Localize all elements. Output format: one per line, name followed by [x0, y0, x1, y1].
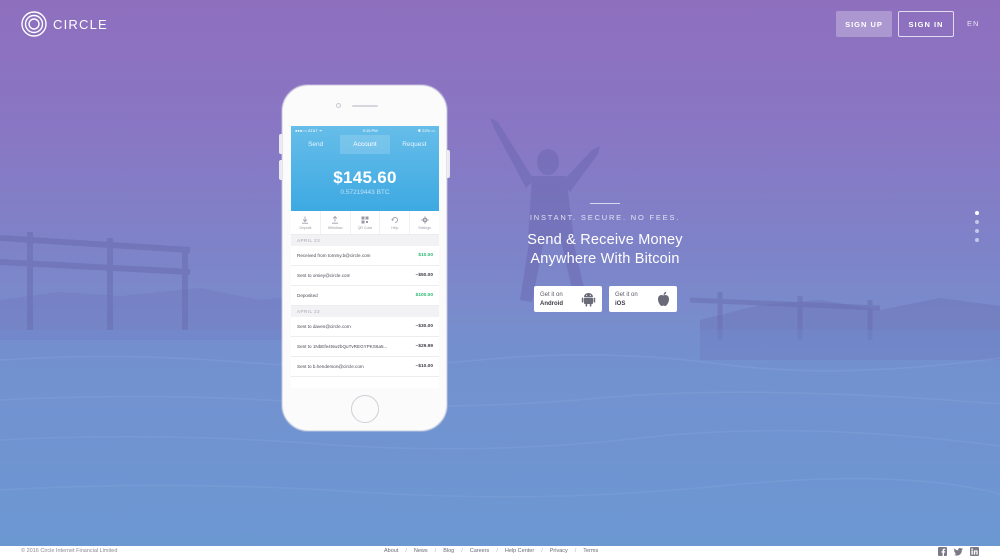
hero-tagline: INSTANT. SECURE. NO FEES.	[529, 213, 681, 222]
slide-dot[interactable]	[975, 238, 979, 242]
footer-link-careers[interactable]: Careers	[470, 548, 490, 554]
ios-store-button[interactable]: Get it on iOS	[609, 286, 677, 312]
account-balance: $145.60	[333, 168, 397, 187]
phone-status-bar: ●●●○○ AT&T ᯤ 9:15 PM ✱ 22% ▭	[291, 126, 439, 135]
store-platform: iOS	[615, 301, 626, 307]
settings-icon	[420, 215, 429, 224]
footer-link-privacy[interactable]: Privacy	[550, 548, 568, 554]
btc-balance: 0.57219443 BTC	[340, 189, 390, 196]
tab-account[interactable]: Account	[340, 135, 390, 154]
slide-dot[interactable]	[975, 211, 979, 215]
tab-request[interactable]: Request	[390, 135, 439, 154]
status-time: 9:15 PM	[362, 128, 378, 133]
status-battery: ✱ 22% ▭	[417, 128, 435, 133]
android-icon	[581, 293, 596, 307]
action-deposit[interactable]: Deposit	[291, 211, 321, 234]
footer-link-help-center[interactable]: Help Center	[505, 548, 534, 554]
footer-separator: /	[434, 548, 437, 554]
linkedin-icon[interactable]	[970, 547, 979, 556]
action-label: Help	[391, 225, 399, 230]
transaction-amount: $100.00	[415, 293, 433, 298]
help-icon	[391, 216, 398, 223]
phone-camera	[336, 103, 341, 108]
tab-send[interactable]: Send	[291, 135, 340, 154]
slide-dot[interactable]	[975, 229, 979, 233]
app-account-header: ●●●○○ AT&T ᯤ 9:15 PM ✱ 22% ▭ Send Accoun…	[291, 126, 439, 211]
phone-speaker	[352, 105, 378, 107]
copyright-text: © 2016 Circle Internet Financial Limited	[21, 548, 118, 554]
action-label: Settings	[418, 225, 431, 230]
status-carrier: ●●●○○ AT&T ᯤ	[295, 127, 323, 133]
footer-separator: /	[541, 548, 543, 554]
phone-mockup: ●●●○○ AT&T ᯤ 9:15 PM ✱ 22% ▭ Send Accoun…	[282, 85, 447, 431]
transaction-row[interactable]: Received from tommy.b@circle.com $10.00	[291, 246, 439, 266]
transaction-row[interactable]: Sent to b.henderson@circle.com –$10.00	[291, 357, 439, 377]
transaction-amount: $10.00	[418, 253, 433, 258]
footer-link-blog[interactable]: Blog	[443, 548, 454, 554]
hero-section: CIRCLE SIGN UP SIGN IN EN ●●●○○ AT&T ᯤ 9…	[0, 0, 1000, 546]
transaction-row[interactable]: Deposited $100.00	[291, 286, 439, 306]
transaction-description: Sent to 1NbEfe4tswzbQuTvREGYPKS6a5...	[297, 344, 388, 349]
footer-link-terms[interactable]: Terms	[583, 548, 598, 554]
transaction-description: Sent to b.henderson@circle.com	[297, 364, 364, 369]
qr-code-icon	[361, 216, 369, 223]
transaction-date-header: APRIL 22	[291, 306, 439, 317]
action-withdraw[interactable]: Withdraw	[321, 211, 351, 234]
transaction-date-header: APRIL 23	[291, 235, 439, 246]
sign-in-button[interactable]: SIGN IN	[898, 11, 954, 37]
sign-up-button[interactable]: SIGN UP	[836, 11, 892, 37]
transaction-description: Sent to omiey@circle.com	[297, 273, 351, 278]
circle-logo-icon	[21, 11, 47, 37]
facebook-icon[interactable]	[938, 547, 947, 556]
transaction-amount: –$50.00	[415, 273, 433, 278]
store-caption: Get it on	[540, 292, 563, 298]
transaction-description: Received from tommy.b@circle.com	[297, 253, 371, 258]
footer-link-about[interactable]: About	[384, 548, 398, 554]
app-screen: ●●●○○ AT&T ᯤ 9:15 PM ✱ 22% ▭ Send Accoun…	[291, 126, 439, 388]
circle-logo[interactable]: CIRCLE	[21, 11, 108, 37]
twitter-icon[interactable]	[954, 547, 963, 556]
store-caption: Get it on	[615, 292, 638, 298]
apple-icon	[658, 291, 669, 306]
hero-headline-line2: Anywhere With Bitcoin	[530, 251, 680, 267]
transaction-amount: –$29.99	[415, 344, 433, 349]
app-action-bar: Deposit Withdraw QR Code Help Settings	[291, 211, 439, 235]
footer-link-news[interactable]: News	[414, 548, 428, 554]
slide-pagination	[975, 211, 979, 247]
store-platform: Android	[540, 301, 563, 307]
android-store-button[interactable]: Get it on Android	[534, 286, 602, 312]
footer-separator: /	[405, 548, 407, 554]
action-settings[interactable]: Settings	[410, 211, 439, 234]
hero-headline-line1: Send & Receive Money	[527, 232, 683, 248]
footer-separator: /	[574, 548, 577, 554]
transaction-row[interactable]: Sent to omiey@circle.com –$50.00	[291, 266, 439, 286]
hero-divider	[590, 203, 620, 204]
action-label: QR Code	[357, 225, 373, 230]
transaction-description: Sent to daven@circle.com	[297, 324, 351, 329]
transaction-description: Deposited	[297, 293, 318, 298]
footer-separator: /	[496, 548, 498, 554]
withdraw-icon	[332, 215, 339, 224]
slide-dot[interactable]	[975, 220, 979, 224]
transaction-amount: –$10.00	[415, 364, 433, 369]
transaction-row[interactable]: Sent to 1NbEfe4tswzbQuTvREGYPKS6a5... –$…	[291, 337, 439, 357]
phone-home-button	[351, 395, 379, 423]
action-label: Deposit	[299, 225, 312, 230]
action-help[interactable]: Help	[380, 211, 411, 234]
phone-power-button	[447, 150, 450, 178]
transaction-row[interactable]: Sent to daven@circle.com –$30.00	[291, 317, 439, 337]
language-selector[interactable]: EN	[967, 19, 979, 28]
footer: © 2016 Circle Internet Financial Limited…	[0, 546, 1000, 558]
action-label: Withdraw	[327, 225, 343, 230]
action-qr-code[interactable]: QR Code	[351, 211, 381, 234]
footer-separator: /	[461, 548, 463, 554]
deposit-icon	[302, 216, 309, 224]
hero-background-photo	[0, 0, 1000, 546]
footer-links: About / News / Blog / Careers / Help Cen…	[384, 548, 598, 554]
brand-name: CIRCLE	[53, 16, 108, 32]
hero-headline: Send & Receive Money Anywhere With Bitco…	[490, 231, 720, 269]
app-tabs: Send Account Request	[291, 135, 439, 154]
transaction-amount: –$30.00	[415, 324, 433, 329]
